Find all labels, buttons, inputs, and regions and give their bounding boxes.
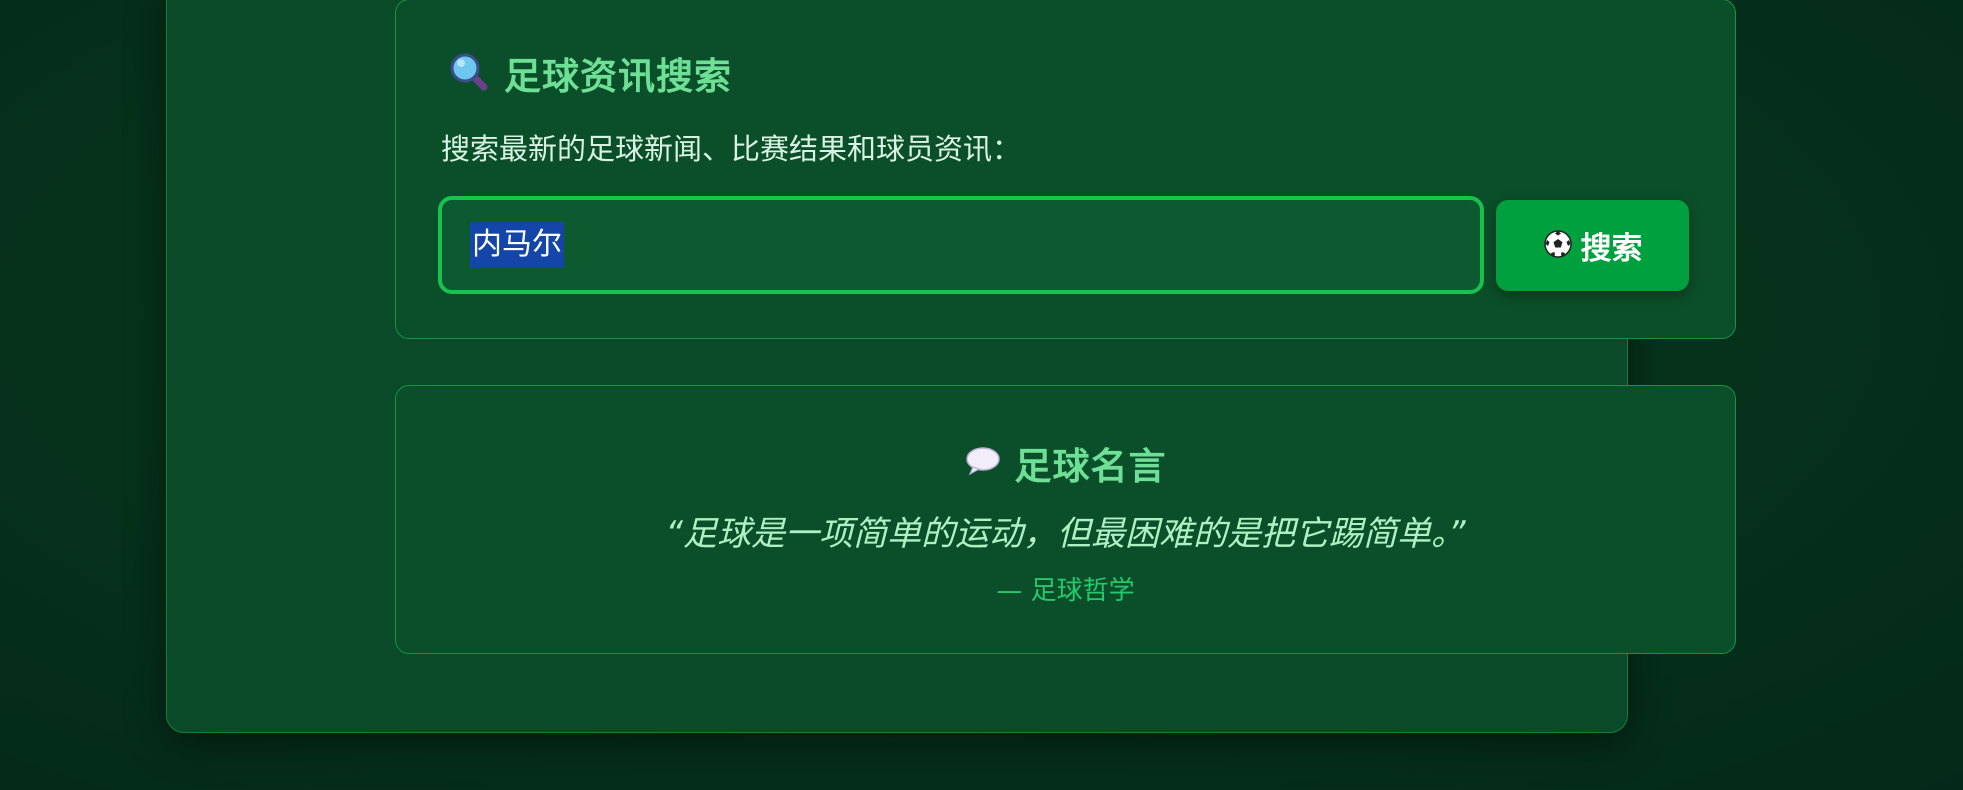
search-card: 足球资讯搜索 搜索最新的足球新闻、比赛结果和球员资讯： 内马尔 搜索 [395,0,1736,339]
main-panel: 足球资讯搜索 搜索最新的足球新闻、比赛结果和球员资讯： 内马尔 搜索 足球名言 … [166,0,1736,733]
quote-heading: 足球名言 [396,438,1735,488]
search-input-value[interactable]: 内马尔 [470,222,564,268]
search-input[interactable]: 内马尔 [438,196,1484,294]
search-title: 足球资讯搜索 [504,55,732,98]
quote-text: “足球是一项简单的运动，但最困难的是把它踢简单。” [665,514,1466,554]
quote-author: — 足球哲学 [996,576,1135,606]
quote-title: 足球名言 [1014,445,1167,488]
magnifier-icon [448,51,488,95]
search-description: 搜索最新的足球新闻、比赛结果和球员资讯： [441,132,1022,166]
quote-card: 足球名言 “足球是一项简单的运动，但最困难的是把它踢简单。” — 足球哲学 [395,385,1736,654]
soccer-ball-icon [1543,229,1573,263]
speech-bubble-icon [965,445,1001,481]
search-button-label: 搜索 [1580,231,1643,267]
search-heading: 足球资讯搜索 [448,48,732,98]
search-button[interactable]: 搜索 [1496,200,1689,291]
